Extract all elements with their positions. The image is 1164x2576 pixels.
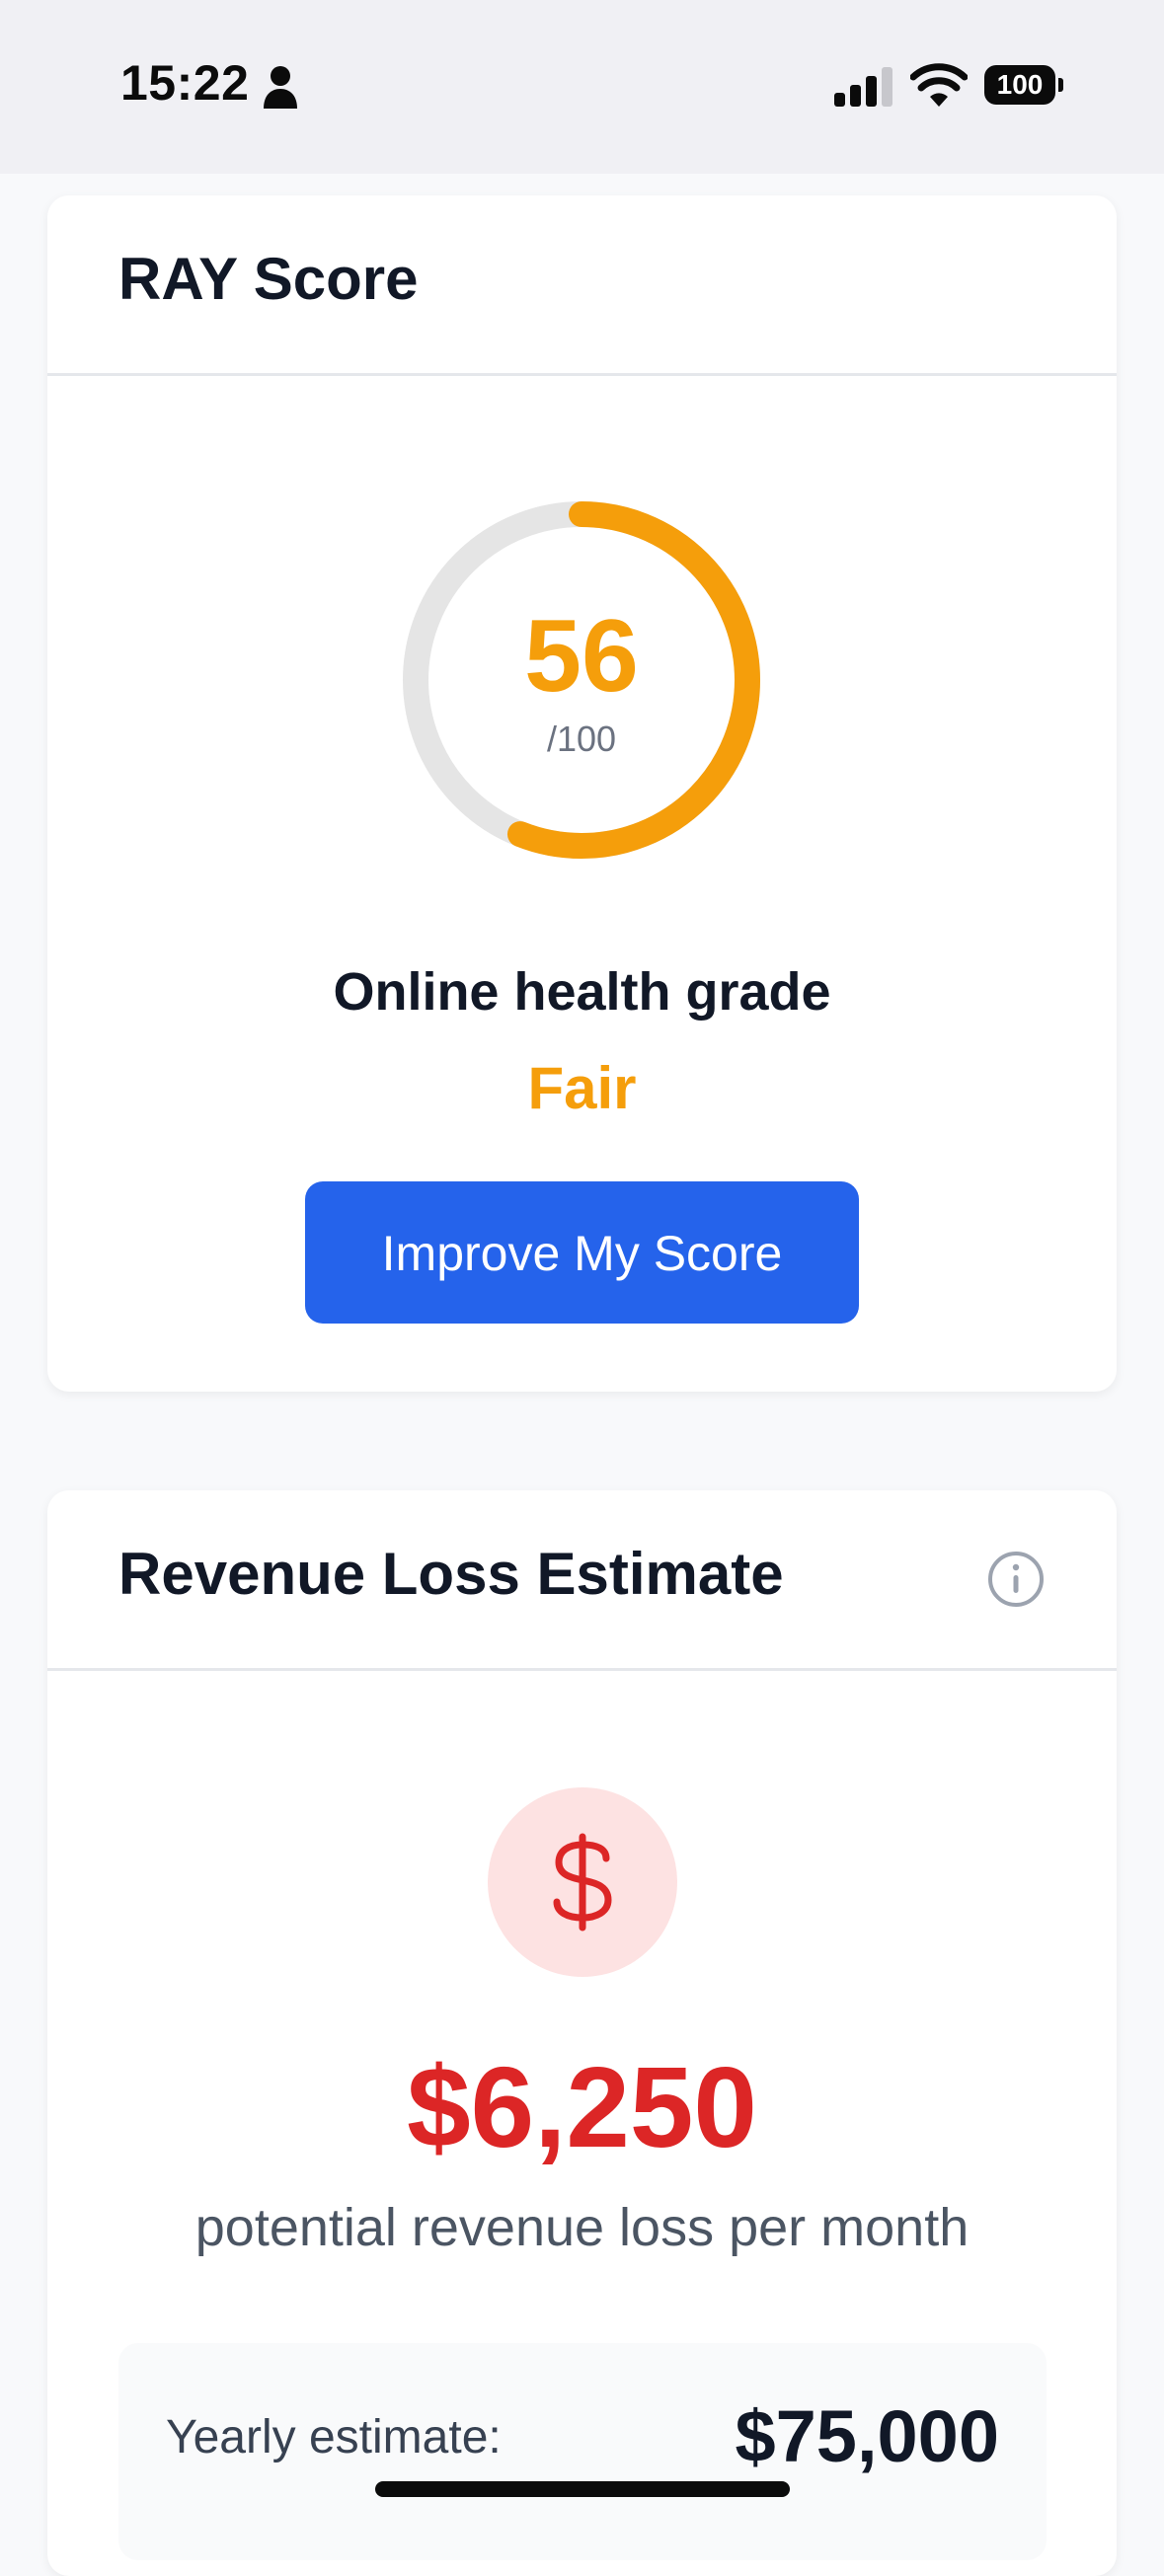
grade-label: Online health grade (333, 962, 831, 1022)
card-header: RAY Score (47, 195, 1117, 376)
card-title: Revenue Loss Estimate (118, 1541, 784, 1607)
battery-icon: 100 (984, 65, 1063, 105)
card-title: RAY Score (118, 246, 419, 312)
person-icon (264, 66, 297, 109)
cellular-signal-icon (834, 67, 892, 107)
dollar-badge (488, 1787, 677, 1977)
home-indicator[interactable] (375, 2481, 790, 2497)
ray-score-card: RAY Score 56 /100 Online health grade Fa… (47, 195, 1117, 1392)
status-bar: 15:22 100 (0, 0, 1164, 174)
yearly-estimate-label: Yearly estimate: (166, 2411, 502, 2463)
info-icon[interactable] (986, 1550, 1046, 1609)
dollar-icon (553, 1833, 612, 1932)
score-max: /100 (546, 719, 617, 759)
wifi-icon (910, 63, 968, 107)
yearly-estimate-value: $75,000 (735, 2395, 1000, 2477)
status-time: 15:22 (120, 55, 250, 111)
battery-level: 100 (996, 69, 1044, 100)
score-value: 56 (524, 599, 639, 714)
improve-score-button[interactable]: Improve My Score (305, 1181, 859, 1324)
revenue-loss-card: Revenue Loss Estimate $6,250 potential r… (47, 1490, 1117, 2576)
monthly-loss-caption: potential revenue loss per month (194, 2198, 970, 2257)
yearly-estimate-box: Yearly estimate: $75,000 (118, 2343, 1047, 2560)
monthly-loss-amount: $6,250 (407, 2043, 757, 2171)
card-header: Revenue Loss Estimate (47, 1490, 1117, 1671)
grade-value: Fair (527, 1055, 637, 1121)
